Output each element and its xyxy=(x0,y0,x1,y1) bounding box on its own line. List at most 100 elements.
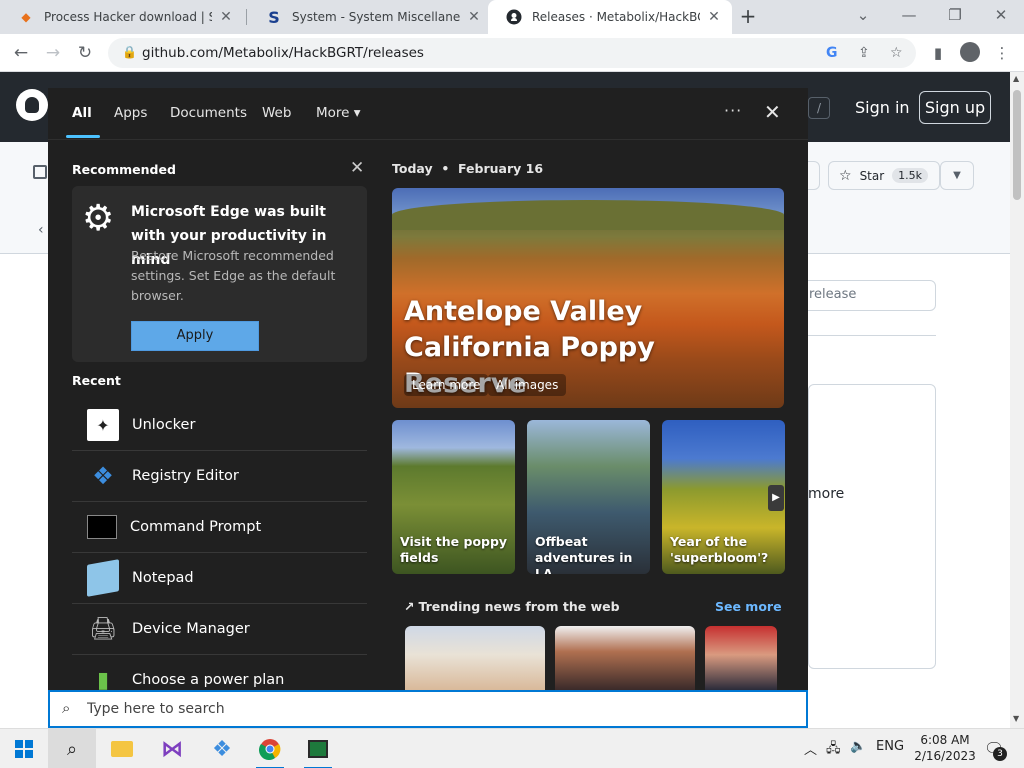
tile-label: Visit the poppy fields xyxy=(400,534,508,565)
close-window-button[interactable]: ✕ xyxy=(978,0,1024,34)
scrollbar-thumb[interactable] xyxy=(1013,90,1021,200)
close-tab-icon[interactable]: ✕ xyxy=(706,9,722,25)
back-button[interactable]: ← xyxy=(8,40,34,66)
chevron-up-icon[interactable]: ︿ xyxy=(804,739,817,758)
search-flyout: All Apps Documents Web More ▾ ··· ✕ Reco… xyxy=(48,88,808,690)
chrome-icon xyxy=(259,739,281,760)
taskbar-search-box[interactable]: ⌕ xyxy=(48,690,808,728)
close-flyout-icon[interactable]: ✕ xyxy=(764,100,781,124)
browser-tab-strip: ◆ Process Hacker download | Sourc ✕ S Sy… xyxy=(0,0,1024,34)
start-button[interactable] xyxy=(0,729,48,768)
scroll-down-icon[interactable]: ▼ xyxy=(1013,714,1019,723)
github-logo-icon[interactable] xyxy=(16,89,48,121)
language-indicator[interactable]: ENG xyxy=(876,739,904,754)
notifications-button[interactable]: 🗨 3 xyxy=(984,739,1007,761)
forward-button[interactable]: → xyxy=(40,40,66,66)
visual-studio-button[interactable]: ⋈ xyxy=(148,729,196,768)
tab-all[interactable]: All xyxy=(72,105,92,121)
volume-icon[interactable]: 🔈 xyxy=(850,739,866,754)
network-icon[interactable]: 🖧 xyxy=(826,739,841,761)
tab-search-icon[interactable]: ⌄ xyxy=(840,0,886,34)
browser-tab-system[interactable]: S System - System Miscellaneous ( ✕ xyxy=(248,0,492,34)
minimize-button[interactable]: — xyxy=(886,0,932,34)
active-tab-indicator xyxy=(66,135,100,138)
tab-documents[interactable]: Documents xyxy=(170,105,247,121)
sign-in-link[interactable]: Sign in xyxy=(855,98,910,117)
learn-more-button[interactable]: Learn more xyxy=(404,374,489,396)
tile-poppy-fields[interactable]: Visit the poppy fields xyxy=(392,420,515,574)
tab-title: Releases · Metabolix/HackBGRT xyxy=(532,10,700,24)
find-release-input[interactable]: release xyxy=(790,280,936,311)
folder-icon xyxy=(111,741,133,757)
side-panel-icon[interactable]: ▮ xyxy=(926,41,950,65)
see-more-link[interactable]: See more xyxy=(715,599,782,614)
command-prompt-icon xyxy=(87,515,117,539)
chevron-left-icon[interactable]: ‹ xyxy=(38,222,44,238)
notepad-icon xyxy=(87,559,119,597)
recent-item-power-plan[interactable]: ▮ Choose a power plan xyxy=(72,655,367,691)
tab-more[interactable]: More ▾ xyxy=(316,105,361,121)
recent-item-registry-editor[interactable]: ❖ Registry Editor xyxy=(72,451,367,502)
star-button[interactable]: ☆ Star 1.5k xyxy=(828,161,940,190)
share-icon[interactable]: ⇪ xyxy=(858,45,870,61)
search-taskbar-button[interactable]: ⌕ xyxy=(48,729,96,768)
release-box xyxy=(808,384,936,669)
github-icon xyxy=(506,9,522,25)
search-scope-tabs: All Apps Documents Web More ▾ ··· ✕ xyxy=(48,88,808,140)
show-more-text[interactable]: more xyxy=(808,486,844,502)
restore-button[interactable]: ❐ xyxy=(932,0,978,34)
chevron-right-icon[interactable]: ▶ xyxy=(768,485,784,511)
url-text[interactable]: github.com/Metabolix/HackBGRT/releases xyxy=(142,45,424,61)
star-dropdown-button[interactable]: ▼ xyxy=(940,161,974,190)
chrome-menu-icon[interactable]: ⋮ xyxy=(990,41,1014,65)
registry-editor-taskbar-button[interactable]: ❖ xyxy=(198,729,246,768)
news-thumbnail[interactable] xyxy=(555,626,695,690)
browser-tab-releases[interactable]: Releases · Metabolix/HackBGRT ✕ xyxy=(488,0,732,34)
close-tab-icon[interactable]: ✕ xyxy=(466,9,482,25)
new-tab-button[interactable]: + xyxy=(738,5,758,29)
all-images-button[interactable]: All images xyxy=(488,374,567,396)
systems-icon: S xyxy=(268,7,280,27)
close-tab-icon[interactable]: ✕ xyxy=(218,9,234,25)
search-icon: ⌕ xyxy=(66,738,78,760)
apply-button[interactable]: Apply xyxy=(131,321,259,351)
recent-item-notepad[interactable]: Notepad xyxy=(72,553,367,604)
tab-apps[interactable]: Apps xyxy=(114,105,147,121)
clock[interactable]: 6:08 AM 2/16/2023 xyxy=(912,732,978,764)
recent-item-device-manager[interactable]: 🖨 Device Manager xyxy=(72,604,367,655)
scroll-up-icon[interactable]: ▲ xyxy=(1013,74,1019,83)
windows-logo-icon xyxy=(15,740,33,758)
today-date: February 16 xyxy=(458,161,544,176)
news-thumbnail[interactable] xyxy=(405,626,545,690)
terminal-taskbar-button[interactable] xyxy=(294,729,342,768)
search-input[interactable] xyxy=(87,697,787,721)
page-scrollbar[interactable]: ▲ ▼ xyxy=(1010,72,1024,728)
file-explorer-button[interactable] xyxy=(98,729,146,768)
trending-icon: ↗ xyxy=(404,599,415,614)
tile-offbeat-adventures[interactable]: Offbeat adventures in LA xyxy=(527,420,650,574)
recent-item-unlocker[interactable]: ✦ Unlocker xyxy=(72,400,367,451)
reload-button[interactable]: ↻ xyxy=(72,40,98,66)
profile-avatar[interactable] xyxy=(960,42,980,62)
tab-web[interactable]: Web xyxy=(262,105,291,121)
trending-heading: ↗ Trending news from the web xyxy=(404,599,620,614)
bookmark-star-icon[interactable]: ☆ xyxy=(890,45,903,61)
trending-title: Trending news from the web xyxy=(418,599,620,614)
sign-up-button[interactable]: Sign up xyxy=(919,91,991,124)
google-translate-icon[interactable]: G xyxy=(826,45,838,61)
browser-tab-process-hacker[interactable]: ◆ Process Hacker download | Sourc ✕ xyxy=(0,0,244,34)
recent-item-label: Notepad xyxy=(132,570,194,586)
lock-icon[interactable]: 🔒 xyxy=(122,45,137,59)
dismiss-recommended-icon[interactable]: ✕ xyxy=(350,158,364,178)
recent-item-command-prompt[interactable]: Command Prompt xyxy=(72,502,367,553)
more-options-icon[interactable]: ··· xyxy=(724,101,742,120)
today-label: Today xyxy=(392,161,433,176)
hero-image-card[interactable]: Antelope Valley California Poppy Reserve… xyxy=(392,188,784,408)
tile-superbloom[interactable]: Year of the 'superbloom'? xyxy=(662,420,785,574)
address-bar[interactable]: 🔒 github.com/Metabolix/HackBGRT/releases… xyxy=(108,38,916,68)
registry-editor-icon: ❖ xyxy=(212,736,232,762)
mountain-shape xyxy=(392,200,784,230)
news-thumbnail[interactable] xyxy=(705,626,777,690)
chrome-taskbar-button[interactable] xyxy=(246,729,294,768)
search-shortcut-key[interactable]: / xyxy=(808,97,830,119)
